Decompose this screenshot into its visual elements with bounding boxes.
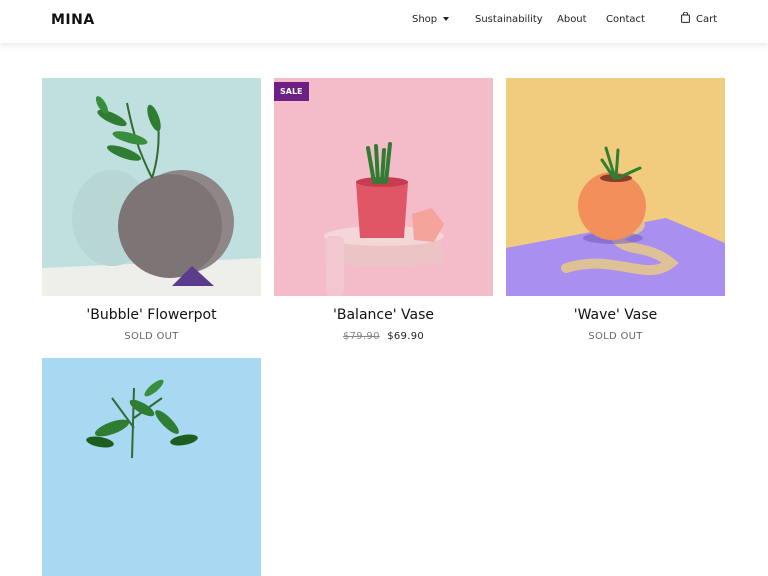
product-status: SOLD OUT (124, 331, 179, 342)
product-image[interactable] (506, 78, 725, 296)
sale-badge: SALE (274, 82, 309, 101)
product-status: SOLD OUT (588, 331, 643, 342)
site-header: MINA Shop Sustainability About Contact C… (0, 0, 768, 43)
site-logo[interactable]: MINA (51, 12, 95, 28)
product-title[interactable]: 'Bubble' Flowerpot (42, 307, 261, 323)
product-image[interactable] (274, 78, 493, 296)
product-title[interactable]: 'Wave' Vase (506, 307, 725, 323)
nav-shop[interactable]: Shop (412, 14, 437, 25)
nav-cart[interactable]: Cart (696, 14, 717, 25)
product-image[interactable] (42, 358, 261, 576)
original-price: $79.90 (342, 331, 380, 342)
product-price: $79.90 $69.90 (274, 331, 493, 342)
nav-about[interactable]: About (557, 14, 587, 25)
shopping-bag-icon[interactable] (681, 12, 690, 23)
product-image[interactable] (42, 78, 261, 296)
product-title[interactable]: 'Balance' Vase (274, 307, 493, 323)
sale-price: $69.90 (387, 331, 425, 342)
nav-contact[interactable]: Contact (606, 14, 645, 25)
caret-down-icon[interactable] (443, 17, 449, 21)
nav-sustainability[interactable]: Sustainability (475, 14, 543, 25)
